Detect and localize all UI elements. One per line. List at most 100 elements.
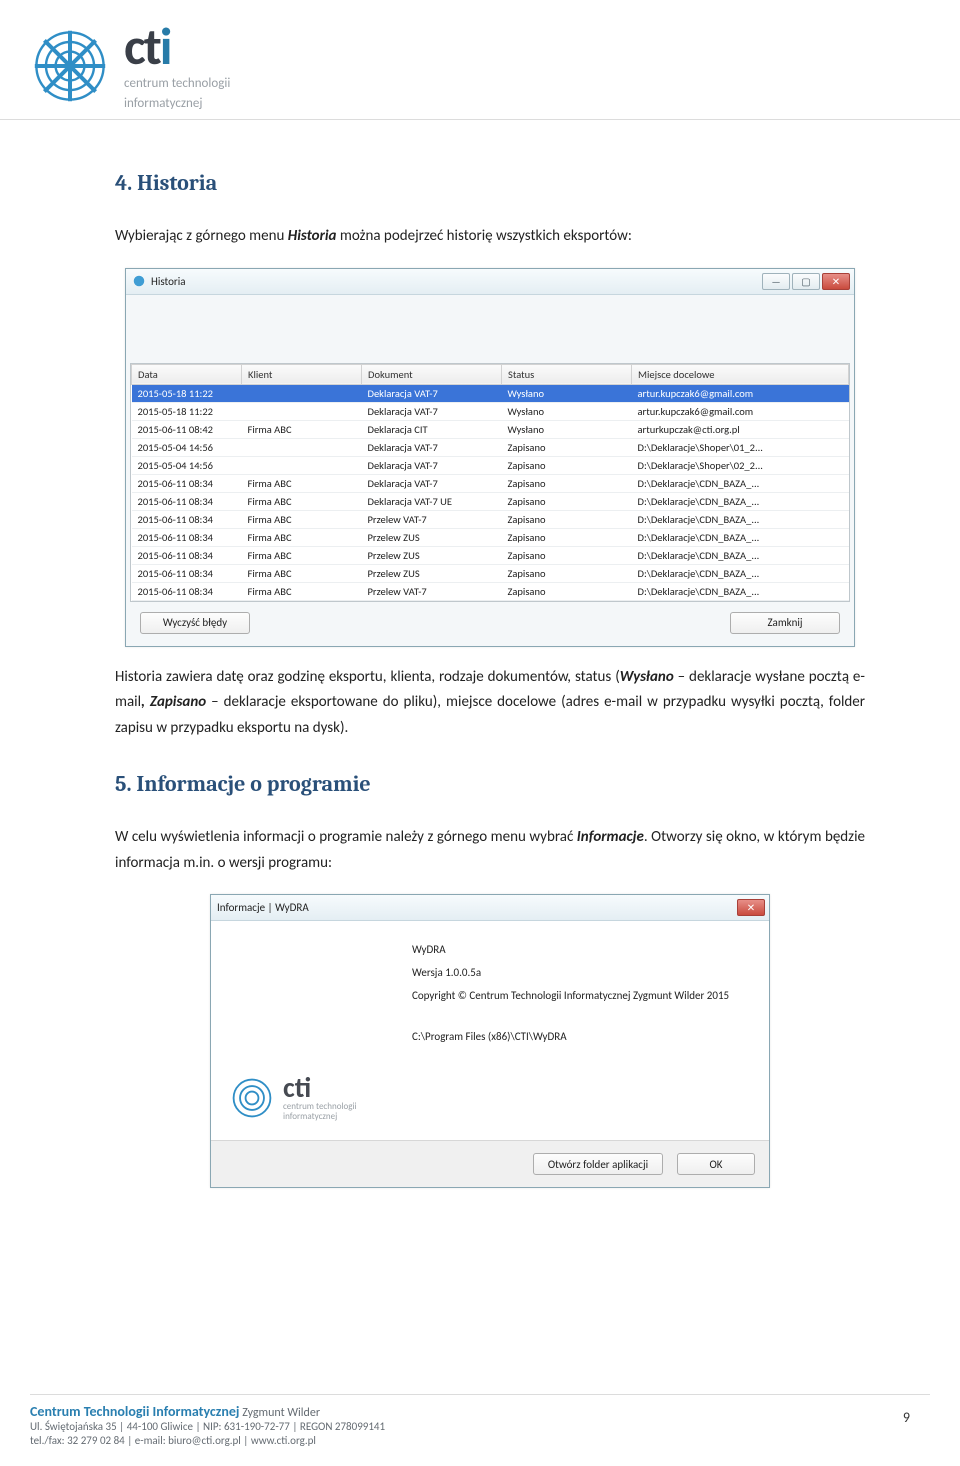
table-cell: Wysłano — [502, 384, 632, 402]
table-cell — [242, 456, 362, 474]
table-cell: Deklaracja VAT-7 — [362, 438, 502, 456]
info-copyright: Copyright © Centrum Technologii Informat… — [412, 989, 757, 1002]
table-cell: Zapisano — [502, 492, 632, 510]
table-cell: D:\Deklaracje\Shoper\02_2... — [632, 456, 849, 474]
section-5-intro: W celu wyświetlenia informacji o program… — [115, 825, 865, 876]
table-row[interactable]: 2015-06-11 08:34Firma ABCPrzelew ZUSZapi… — [132, 546, 849, 564]
table-cell: D:\Deklaracje\CDN_BAZA_... — [632, 582, 849, 600]
table-row[interactable]: 2015-06-11 08:34Firma ABCPrzelew ZUSZapi… — [132, 564, 849, 582]
info-app-name: WyDRA — [412, 943, 757, 956]
table-cell: Zapisano — [502, 546, 632, 564]
historia-window-title: Historia — [151, 275, 186, 288]
close-button[interactable]: ✕ — [737, 899, 765, 916]
table-cell: D:\Deklaracje\CDN_BAZA_... — [632, 546, 849, 564]
table-cell: Firma ABC — [242, 528, 362, 546]
minimize-button[interactable]: — — [762, 273, 790, 290]
column-header[interactable]: Data — [132, 364, 242, 384]
table-cell: Zapisano — [502, 528, 632, 546]
table-cell: Zapisano — [502, 456, 632, 474]
table-cell: 2015-05-18 11:22 — [132, 384, 242, 402]
ok-button[interactable]: OK — [677, 1153, 755, 1175]
table-row[interactable]: 2015-05-18 11:22Deklaracja VAT-7Wysłanoa… — [132, 384, 849, 402]
historia-grid[interactable]: DataKlientDokumentStatusMiejsce docelowe… — [130, 363, 850, 602]
open-app-folder-button[interactable]: Otwórz folder aplikacji — [533, 1153, 663, 1175]
table-cell: 2015-06-11 08:34 — [132, 492, 242, 510]
table-cell: Deklaracja VAT-7 UE — [362, 492, 502, 510]
table-row[interactable]: 2015-06-11 08:42Firma ABCDeklaracja CITW… — [132, 420, 849, 438]
table-cell: artur.kupczak6@gmail.com — [632, 402, 849, 420]
table-cell: Firma ABC — [242, 510, 362, 528]
table-cell — [242, 438, 362, 456]
table-row[interactable]: 2015-05-04 14:56Deklaracja VAT-7Zapisano… — [132, 456, 849, 474]
table-cell: D:\Deklaracje\CDN_BAZA_... — [632, 564, 849, 582]
historia-titlebar[interactable]: Historia — ▢ ✕ — [126, 269, 854, 295]
section-4-description: Historia zawiera datę oraz godzinę ekspo… — [115, 665, 865, 742]
table-cell: Deklaracja VAT-7 — [362, 456, 502, 474]
table-cell: 2015-06-11 08:34 — [132, 510, 242, 528]
page-footer: Centrum Technologii Informatycznej Zygmu… — [30, 1394, 930, 1448]
close-window-button[interactable]: Zamknij — [730, 612, 840, 634]
info-logo: cti centrum technologii informatycznej — [229, 1074, 357, 1122]
info-titlebar[interactable]: Informacje | WyDRA ✕ — [211, 895, 769, 921]
app-icon — [132, 274, 146, 288]
table-cell: 2015-06-11 08:34 — [132, 528, 242, 546]
column-header[interactable]: Dokument — [362, 364, 502, 384]
table-cell: Wysłano — [502, 420, 632, 438]
table-cell: Zapisano — [502, 474, 632, 492]
table-cell: D:\Deklaracje\CDN_BAZA_... — [632, 528, 849, 546]
section-4-intro: Wybierając z górnego menu Historia można… — [115, 224, 865, 250]
clear-errors-button[interactable]: Wyczyść błędy — [140, 612, 250, 634]
table-row[interactable]: 2015-05-04 14:56Deklaracja VAT-7Zapisano… — [132, 438, 849, 456]
company-logo-text: cti centrum technologii informatycznej — [124, 20, 230, 111]
table-cell: Wysłano — [502, 402, 632, 420]
table-cell: Przelew ZUS — [362, 546, 502, 564]
table-cell: Deklaracja CIT — [362, 420, 502, 438]
table-cell: Zapisano — [502, 510, 632, 528]
maximize-button[interactable]: ▢ — [792, 273, 820, 290]
table-cell: Firma ABC — [242, 546, 362, 564]
table-cell: artur.kupczak6@gmail.com — [632, 384, 849, 402]
close-button[interactable]: ✕ — [822, 273, 850, 290]
table-cell: Zapisano — [502, 582, 632, 600]
table-cell: 2015-06-11 08:34 — [132, 546, 242, 564]
table-cell: Deklaracja VAT-7 — [362, 402, 502, 420]
footer-company: Centrum Technologii Informatycznej — [30, 1403, 240, 1420]
table-cell: D:\Deklaracje\CDN_BAZA_... — [632, 474, 849, 492]
info-version: Wersja 1.0.0.5a — [412, 966, 757, 979]
table-cell: Przelew ZUS — [362, 528, 502, 546]
page-header: cti centrum technologii informatycznej — [0, 0, 960, 120]
table-cell: Deklaracja VAT-7 — [362, 474, 502, 492]
table-row[interactable]: 2015-05-18 11:22 Deklaracja VAT-7Wysłanoa… — [132, 402, 849, 420]
column-header[interactable]: Miejsce docelowe — [632, 364, 849, 384]
table-cell: Przelew VAT-7 — [362, 510, 502, 528]
column-header[interactable]: Status — [502, 364, 632, 384]
table-cell: 2015-06-11 08:34 — [132, 564, 242, 582]
table-row[interactable]: 2015-06-11 08:34Firma ABCPrzelew ZUSZapi… — [132, 528, 849, 546]
table-row[interactable]: 2015-06-11 08:34Firma ABCPrzelew VAT-7Za… — [132, 510, 849, 528]
table-row[interactable]: 2015-06-11 08:34Firma ABCPrzelew VAT-7Za… — [132, 582, 849, 600]
company-logo-icon — [30, 26, 110, 106]
table-row[interactable]: 2015-06-11 08:34Firma ABCDeklaracja VAT-… — [132, 474, 849, 492]
table-cell — [242, 384, 362, 402]
table-cell: Przelew ZUS — [362, 564, 502, 582]
section-4-heading: 4. Historia — [115, 170, 865, 196]
table-cell: D:\Deklaracje\Shoper\01_2... — [632, 438, 849, 456]
info-window-title: Informacje | WyDRA — [217, 901, 309, 914]
table-cell: 2015-05-18 11:22 — [132, 402, 242, 420]
column-header[interactable]: Klient — [242, 364, 362, 384]
info-install-path: C:\Program Files (x86)\CTI\WyDRA — [412, 1030, 757, 1043]
table-cell: Zapisano — [502, 438, 632, 456]
table-cell: D:\Deklaracje\CDN_BAZA_... — [632, 510, 849, 528]
table-cell: Firma ABC — [242, 474, 362, 492]
section-5-heading: 5. Informacje o programie — [115, 771, 865, 797]
footer-contact: tel./fax: 32 279 02 84 | e-mail: biuro@c… — [30, 1434, 316, 1447]
table-cell: 2015-06-11 08:34 — [132, 474, 242, 492]
table-cell: Firma ABC — [242, 492, 362, 510]
logo-subtitle-2: informatycznej — [124, 96, 230, 112]
company-logo-icon — [229, 1075, 275, 1121]
logo-subtitle-1: centrum technologii — [124, 76, 230, 92]
table-row[interactable]: 2015-06-11 08:34Firma ABCDeklaracja VAT-… — [132, 492, 849, 510]
table-cell: 2015-06-11 08:34 — [132, 582, 242, 600]
table-cell: 2015-06-11 08:42 — [132, 420, 242, 438]
table-cell — [242, 402, 362, 420]
